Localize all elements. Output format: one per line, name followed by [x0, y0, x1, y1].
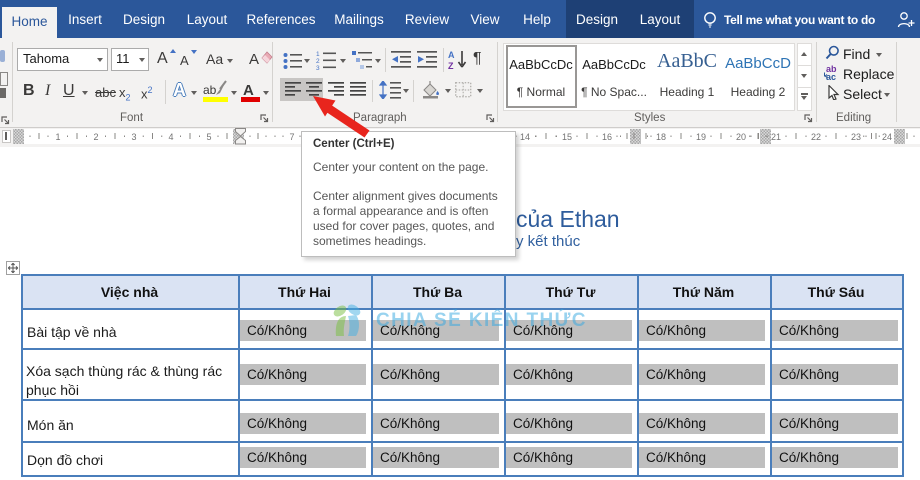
svg-text:19: 19 — [696, 132, 706, 142]
svg-text:18: 18 — [656, 132, 666, 142]
svg-text:22: 22 — [811, 132, 821, 142]
svg-text:3: 3 — [316, 65, 320, 70]
svg-text:1: 1 — [316, 51, 320, 58]
svg-text:23: 23 — [851, 132, 861, 142]
svg-text:15: 15 — [562, 132, 572, 142]
svg-text:14: 14 — [520, 132, 530, 142]
svg-text:Z: Z — [448, 61, 454, 70]
svg-text:20: 20 — [736, 132, 746, 142]
svg-text:5: 5 — [206, 132, 211, 142]
svg-text:CHIA SẺ KIẾN THỨC: CHIA SẺ KIẾN THỨC — [376, 309, 587, 331]
svg-text:3: 3 — [131, 132, 136, 142]
svg-text:2: 2 — [316, 58, 320, 65]
svg-text:21: 21 — [771, 132, 781, 142]
svg-text:7: 7 — [289, 132, 294, 142]
svg-text:1: 1 — [55, 132, 60, 142]
svg-text:4: 4 — [168, 132, 173, 142]
svg-text:24: 24 — [882, 132, 892, 142]
svg-text:2: 2 — [93, 132, 98, 142]
svg-text:A: A — [448, 50, 455, 60]
svg-text:ac: ac — [826, 72, 836, 81]
svg-text:16: 16 — [602, 132, 612, 142]
